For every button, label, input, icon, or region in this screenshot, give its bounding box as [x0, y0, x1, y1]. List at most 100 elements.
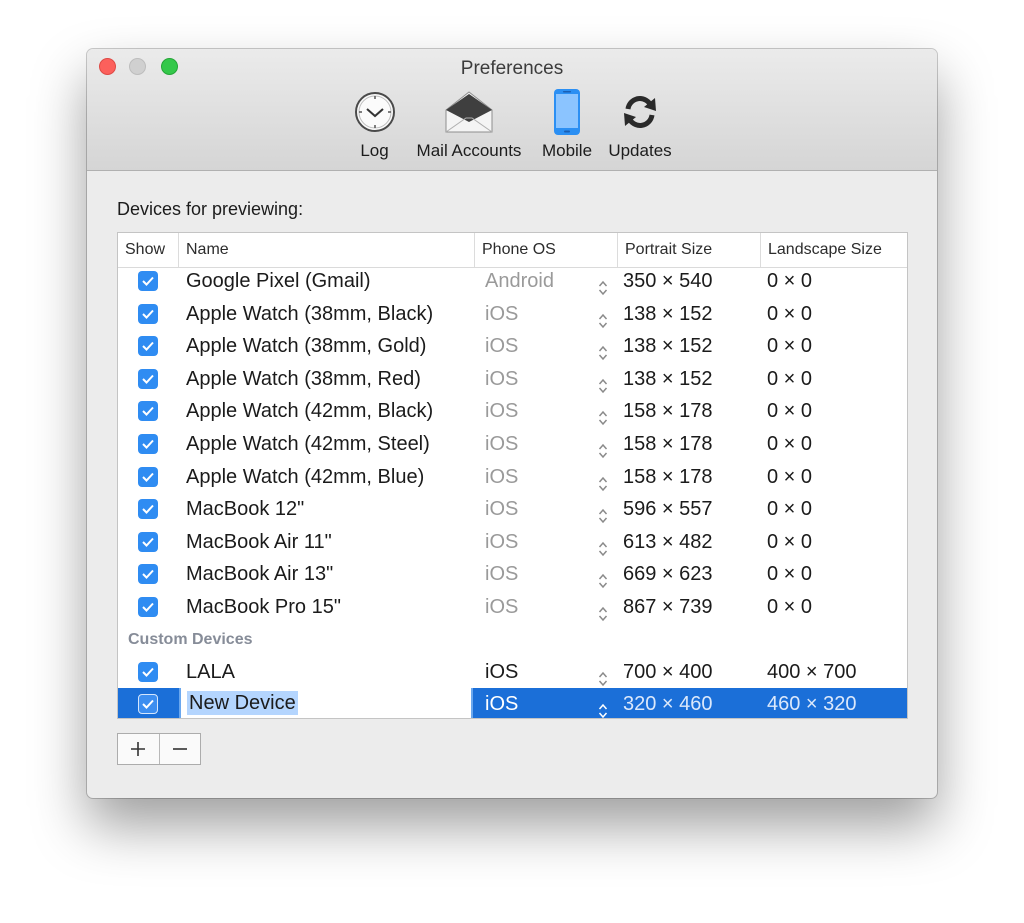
landscape-size[interactable]: 0 × 0: [767, 298, 812, 331]
stepper-arrows-icon[interactable]: [598, 502, 608, 524]
devices-table[interactable]: Show Name Phone OS Portrait Size Landsca…: [117, 232, 908, 719]
portrait-size[interactable]: 320 × 460: [623, 688, 713, 718]
show-checkbox[interactable]: [138, 597, 158, 617]
toolbar-updates[interactable]: Updates: [601, 87, 679, 161]
show-checkbox[interactable]: [138, 271, 158, 291]
column-header-name[interactable]: Name: [178, 233, 474, 267]
table-row[interactable]: MacBook Air 13" iOS 669 × 623 0 × 0: [118, 558, 907, 591]
show-checkbox[interactable]: [138, 694, 158, 715]
table-row[interactable]: MacBook Pro 15" iOS 867 × 739 0 × 0: [118, 591, 907, 624]
landscape-size[interactable]: 0 × 0: [767, 526, 812, 559]
portrait-size[interactable]: 138 × 152: [623, 330, 713, 363]
stepper-arrows-icon[interactable]: [598, 274, 608, 296]
checkmark-icon: [142, 439, 154, 449]
show-checkbox[interactable]: [138, 564, 158, 585]
toolbar-mobile[interactable]: Mobile: [536, 87, 598, 161]
portrait-size[interactable]: 138 × 152: [623, 298, 713, 331]
table-row[interactable]: LALA iOS 700 × 400 400 × 700: [118, 656, 907, 689]
portrait-size[interactable]: 158 × 178: [623, 395, 713, 428]
phone-os-value[interactable]: iOS: [485, 688, 518, 718]
landscape-size[interactable]: 0 × 0: [767, 268, 812, 298]
table-row[interactable]: Apple Watch (38mm, Black) iOS 138 × 152 …: [118, 298, 907, 331]
stepper-arrows-icon[interactable]: [598, 339, 608, 361]
remove-button[interactable]: [158, 734, 201, 764]
stepper-arrows-icon[interactable]: [598, 600, 608, 622]
table-row[interactable]: Apple Watch (42mm, Steel) iOS 158 × 178 …: [118, 428, 907, 461]
phone-icon: [536, 87, 598, 137]
phone-os-value[interactable]: iOS: [485, 330, 518, 363]
device-name-field[interactable]: New Device: [179, 688, 473, 718]
landscape-size[interactable]: 460 × 320: [767, 688, 857, 718]
phone-os-value[interactable]: iOS: [485, 428, 518, 461]
portrait-size[interactable]: 596 × 557: [623, 493, 713, 526]
show-checkbox[interactable]: [138, 499, 158, 520]
landscape-size[interactable]: 0 × 0: [767, 330, 812, 363]
table-row[interactable]: Apple Watch (38mm, Gold) iOS 138 × 152 0…: [118, 330, 907, 363]
phone-os-value[interactable]: iOS: [485, 526, 518, 559]
table-row[interactable]: New Device iOS 320 × 460 460 × 320: [118, 688, 907, 718]
landscape-size[interactable]: 0 × 0: [767, 461, 812, 494]
portrait-size[interactable]: 138 × 152: [623, 363, 713, 396]
table-row[interactable]: Apple Watch (38mm, Red) iOS 138 × 152 0 …: [118, 363, 907, 396]
phone-os-value[interactable]: iOS: [485, 591, 518, 624]
portrait-size[interactable]: 613 × 482: [623, 526, 713, 559]
portrait-size[interactable]: 158 × 178: [623, 428, 713, 461]
show-checkbox[interactable]: [138, 303, 158, 324]
landscape-size[interactable]: 0 × 0: [767, 591, 812, 624]
device-name: MacBook Air 13": [186, 563, 334, 586]
phone-os-value[interactable]: iOS: [485, 558, 518, 591]
stepper-arrows-icon[interactable]: [598, 307, 608, 328]
checkmark-icon: [142, 602, 154, 612]
checkmark-icon: [142, 276, 154, 286]
table-row[interactable]: Google Pixel (Gmail) Android 350 × 540 0…: [118, 268, 907, 298]
show-checkbox[interactable]: [138, 661, 158, 682]
phone-os-value[interactable]: iOS: [485, 461, 518, 494]
toolbar-mail-accounts[interactable]: Mail Accounts: [410, 87, 528, 161]
plus-icon: [131, 742, 146, 756]
show-checkbox[interactable]: [138, 368, 158, 389]
portrait-size[interactable]: 669 × 623: [623, 558, 713, 591]
stepper-arrows-icon[interactable]: [598, 697, 608, 718]
table-row[interactable]: MacBook Air 11" iOS 613 × 482 0 × 0: [118, 526, 907, 559]
landscape-size[interactable]: 0 × 0: [767, 428, 812, 461]
column-header-phone-os[interactable]: Phone OS: [474, 233, 617, 267]
phone-os-value[interactable]: iOS: [485, 363, 518, 396]
column-header-portrait-size[interactable]: Portrait Size: [617, 233, 760, 267]
column-header-landscape-size[interactable]: Landscape Size: [760, 233, 907, 267]
stepper-arrows-icon[interactable]: [598, 535, 608, 556]
phone-os-value[interactable]: iOS: [485, 298, 518, 331]
stepper-arrows-icon[interactable]: [598, 665, 608, 686]
stepper-arrows-icon[interactable]: [598, 437, 608, 459]
portrait-size[interactable]: 350 × 540: [623, 268, 713, 298]
stepper-arrows-icon[interactable]: [598, 372, 608, 393]
landscape-size[interactable]: 0 × 0: [767, 363, 812, 396]
show-checkbox[interactable]: [138, 434, 158, 454]
show-checkbox[interactable]: [138, 531, 158, 552]
landscape-size[interactable]: 0 × 0: [767, 493, 812, 526]
landscape-size[interactable]: 0 × 0: [767, 395, 812, 428]
show-checkbox[interactable]: [138, 401, 158, 422]
table-row[interactable]: Apple Watch (42mm, Black) iOS 158 × 178 …: [118, 395, 907, 428]
show-checkbox[interactable]: [138, 336, 158, 357]
portrait-size[interactable]: 867 × 739: [623, 591, 713, 624]
portrait-size[interactable]: 700 × 400: [623, 656, 713, 689]
phone-os-value[interactable]: iOS: [485, 395, 518, 428]
phone-os-value[interactable]: Android: [485, 268, 554, 298]
phone-os-value[interactable]: iOS: [485, 656, 518, 689]
add-button[interactable]: [118, 734, 159, 764]
landscape-size[interactable]: 0 × 0: [767, 558, 812, 591]
custom-devices-group-header: Custom Devices: [128, 630, 253, 648]
table-row[interactable]: Apple Watch (42mm, Blue) iOS 158 × 178 0…: [118, 461, 907, 494]
toolbar-log[interactable]: Log: [352, 87, 397, 161]
landscape-size[interactable]: 400 × 700: [767, 656, 857, 689]
column-header-show[interactable]: Show: [118, 233, 178, 267]
table-row[interactable]: MacBook 12" iOS 596 × 557 0 × 0: [118, 493, 907, 526]
stepper-arrows-icon[interactable]: [598, 567, 608, 589]
section-label: Devices for previewing:: [117, 199, 304, 219]
show-checkbox[interactable]: [138, 466, 158, 487]
stepper-arrows-icon[interactable]: [598, 470, 608, 491]
portrait-size[interactable]: 158 × 178: [623, 461, 713, 494]
phone-os-value[interactable]: iOS: [485, 493, 518, 526]
stepper-arrows-icon[interactable]: [598, 404, 608, 426]
refresh-icon: [601, 87, 679, 137]
